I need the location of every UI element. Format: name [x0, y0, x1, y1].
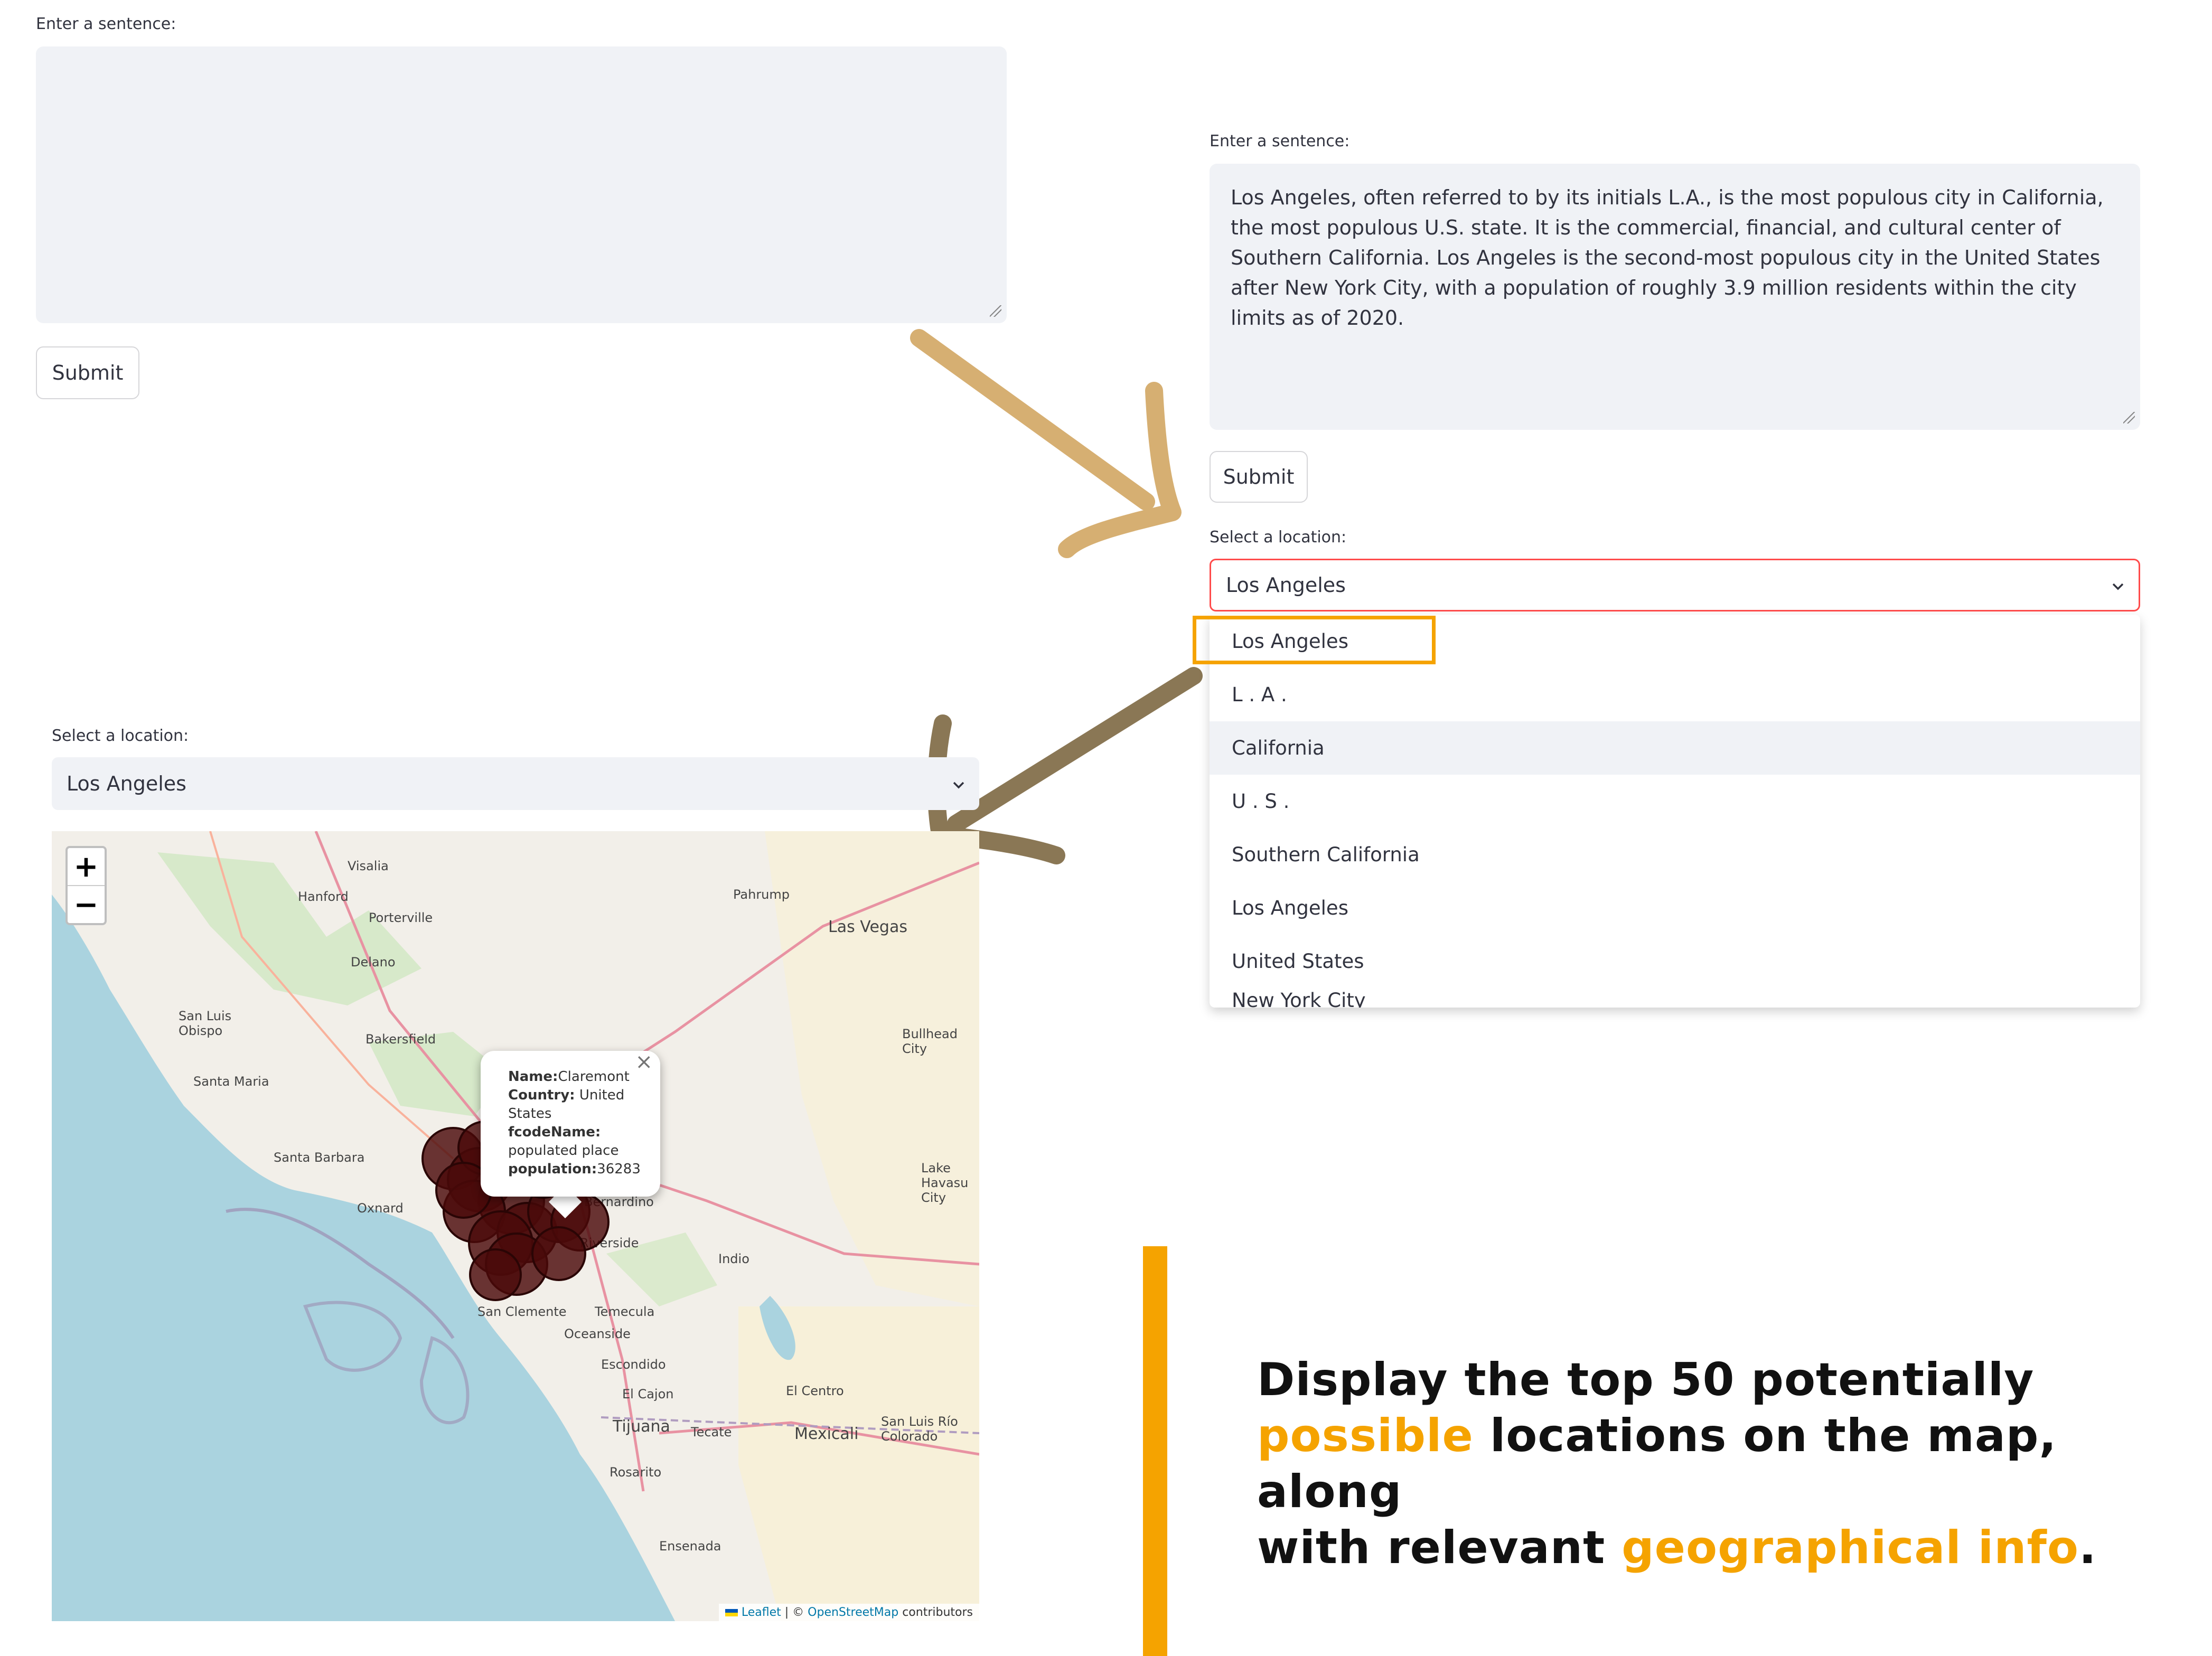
chevron-down-icon [2112, 583, 2124, 590]
right-select-value: Los Angeles [1226, 573, 1346, 597]
caption-line-3-end: . [2079, 1521, 2097, 1574]
popup-name-value: Claremont [558, 1069, 630, 1085]
map-select-label: Select a location: [52, 727, 189, 745]
dropdown-option-us[interactable]: U . S . [1210, 775, 2140, 828]
attribution-tail: contributors [898, 1606, 973, 1619]
attribution-separator: | © [781, 1606, 808, 1619]
osm-link[interactable]: OpenStreetMap [808, 1606, 898, 1619]
ukraine-flag-icon [725, 1609, 738, 1616]
popup-population-label: population: [508, 1161, 597, 1177]
left-submit-button[interactable]: Submit [36, 346, 139, 399]
caption-accent-geo: geographical info [1621, 1521, 2079, 1574]
resize-handle-icon[interactable] [2123, 412, 2135, 424]
chevron-down-icon [953, 782, 964, 789]
popup-population-value: 36283 [597, 1161, 641, 1177]
right-sentence-textarea[interactable]: Los Angeles, often referred to by its in… [1210, 164, 2140, 430]
left-sentence-label: Enter a sentence: [36, 15, 176, 33]
location-dropdown-list: Los Angeles L . A . California U . S . S… [1210, 615, 2140, 1008]
dropdown-option-southern-california[interactable]: Southern California [1210, 828, 2140, 881]
dropdown-option-los-angeles-2[interactable]: Los Angeles [1210, 881, 2140, 935]
location-markers [421, 1111, 610, 1301]
caption-accent-possible: possible [1257, 1409, 1474, 1462]
caption-line-3-start: with relevant [1257, 1521, 1622, 1574]
right-sentence-label: Enter a sentence: [1210, 132, 1350, 150]
zoom-in-button[interactable]: + [68, 848, 105, 886]
popup-country-label: Country: [508, 1087, 575, 1103]
dropdown-option-new-york-city[interactable]: New York City [1210, 988, 2140, 1008]
caption-text: Display the top 50 potentially possible … [1257, 1352, 2197, 1576]
popup-fcode-value: populated place [508, 1143, 619, 1159]
zoom-control: + − [65, 846, 107, 925]
popup-name-label: Name: [508, 1069, 558, 1085]
arrow-down-right-icon [910, 329, 1182, 558]
location-popup: × Name:Claremont Country: United States … [481, 1051, 660, 1197]
popup-close-button[interactable]: × [635, 1051, 653, 1072]
leaflet-link[interactable]: Leaflet [742, 1606, 781, 1619]
left-sentence-textarea[interactable] [36, 46, 1007, 323]
caption-line-1: Display the top 50 potentially [1257, 1353, 2035, 1406]
map-attribution: Leaflet | © OpenStreetMap contributors [718, 1604, 979, 1621]
popup-fcode-label: fcodeName: [508, 1124, 601, 1140]
zoom-out-button[interactable]: − [68, 886, 105, 923]
highlight-box [1193, 616, 1436, 664]
map-select-value: Los Angeles [67, 772, 186, 795]
right-location-select[interactable]: Los Angeles [1210, 559, 2140, 611]
right-select-label: Select a location: [1210, 528, 1347, 547]
dropdown-option-la[interactable]: L . A . [1210, 668, 2140, 721]
dropdown-option-california[interactable]: California [1210, 721, 2140, 775]
accent-bar [1143, 1246, 1167, 1656]
resize-handle-icon[interactable] [990, 305, 1001, 317]
map-location-select[interactable]: Los Angeles [52, 757, 979, 810]
map-view[interactable]: Visalia Hanford Porterville Delano Pahru… [52, 831, 979, 1621]
dropdown-option-united-states[interactable]: United States [1210, 935, 2140, 988]
right-submit-button[interactable]: Submit [1210, 451, 1308, 503]
